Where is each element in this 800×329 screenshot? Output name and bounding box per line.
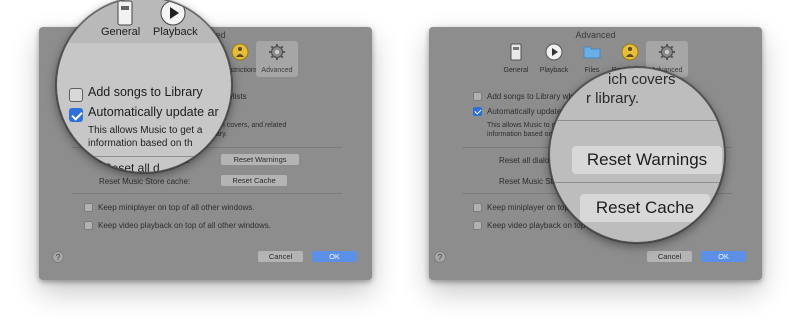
- tab-advanced[interactable]: Advanced: [256, 41, 298, 77]
- magnifier-left: General Playback Add songs to Library Au…: [56, 0, 232, 173]
- magnifier-playback-label: Playback: [153, 26, 198, 38]
- gear-icon: [269, 44, 285, 60]
- tab-general[interactable]: General: [495, 41, 537, 77]
- magnifier-reset-warnings-button: Reset Warnings: [572, 146, 722, 174]
- reset-cache-label: Reset Music Store cache:: [99, 177, 191, 186]
- cancel-button[interactable]: Cancel: [647, 251, 692, 262]
- ok-button[interactable]: OK: [701, 251, 746, 262]
- restrictions-icon: [621, 43, 639, 61]
- miniplayer-label: Keep miniplayer on top of all other wind…: [98, 203, 255, 212]
- magnifier-right: ich covers r library. Reset Warnings Res…: [549, 67, 725, 243]
- restrictions-icon: [231, 43, 249, 61]
- reset-warnings-button[interactable]: Reset Warnings: [221, 154, 299, 165]
- video-playback-label: Keep video playback on top of all other …: [98, 221, 271, 230]
- video-playback-checkbox[interactable]: [84, 221, 93, 230]
- magnifier-toolbar: [57, 0, 231, 43]
- play-icon: [160, 0, 186, 26]
- folder-icon: [583, 46, 601, 59]
- video-playback-checkbox[interactable]: [473, 221, 482, 230]
- general-icon: [510, 43, 522, 61]
- help-button[interactable]: ?: [434, 251, 446, 263]
- magnifier-auto-update-checkbox: [69, 108, 83, 122]
- help-button[interactable]: ?: [52, 251, 64, 263]
- reset-cache-button[interactable]: Reset Cache: [221, 175, 287, 186]
- gear-icon: [659, 44, 675, 60]
- magnifier-general-label: General: [101, 26, 141, 38]
- ok-button[interactable]: OK: [312, 251, 357, 262]
- tab-playback[interactable]: Playback: [533, 41, 575, 77]
- window-title: Advanced: [575, 30, 616, 40]
- play-icon: [545, 43, 563, 61]
- miniplayer-checkbox[interactable]: [84, 203, 93, 212]
- general-icon: [117, 0, 133, 26]
- add-songs-checkbox[interactable]: [473, 92, 482, 101]
- miniplayer-checkbox[interactable]: [473, 203, 482, 212]
- magnifier-add-songs-checkbox: [69, 88, 83, 102]
- cancel-button[interactable]: Cancel: [258, 251, 303, 262]
- auto-update-checkbox[interactable]: [473, 107, 482, 116]
- magnifier-reset-cache-button: Reset Cache: [580, 194, 710, 222]
- divider: [72, 193, 342, 194]
